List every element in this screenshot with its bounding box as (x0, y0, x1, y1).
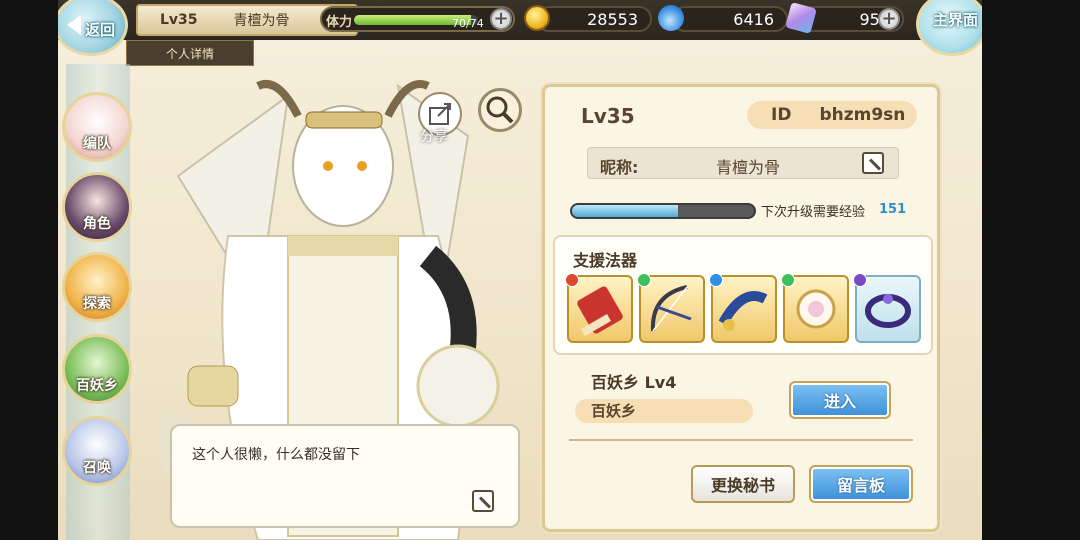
nav-team-label: 编队 (83, 136, 111, 152)
element-fire-icon (565, 273, 579, 287)
support-title: 支援法器 (573, 251, 638, 270)
scroll-icon (577, 286, 623, 336)
main-menu-button[interactable]: 主界面 (916, 0, 982, 56)
artifact-slot-horn[interactable] (709, 273, 777, 343)
nav-explore-button[interactable]: 探索 (62, 252, 132, 322)
element-water-icon (709, 273, 723, 287)
nickname-row: 昵称: 青檀为骨 (587, 147, 899, 179)
element-wind-icon (781, 273, 795, 287)
nav-village-label: 百妖乡 (76, 378, 118, 394)
gold-counter: 28553 (536, 6, 652, 32)
edit-nickname-icon[interactable] (862, 152, 884, 174)
exp-bar (570, 203, 756, 219)
nav-team-button[interactable]: 编队 (62, 92, 132, 162)
artifact-slot-bow[interactable] (637, 273, 705, 343)
stamina-label: 体力 (326, 15, 353, 30)
nav-summon-label: 召唤 (83, 460, 111, 476)
profile-panel: Lv35 ID bhzm9sn 昵称: 青檀为骨 下次升级需要经验 151 支援… (542, 84, 940, 532)
soul-value: 6416 (733, 9, 774, 29)
artifact-slot-bracelet[interactable] (853, 273, 921, 343)
letterbox-left (0, 0, 58, 540)
edit-signature-icon[interactable] (472, 490, 494, 512)
gold-coin-icon (524, 5, 550, 31)
profile-level: Lv35 (581, 104, 635, 128)
message-board-button[interactable]: 留言板 (809, 465, 913, 503)
signature-bubble: 这个人很懒，什么都没留下 (170, 424, 520, 528)
id-value: bhzm9sn (819, 105, 906, 125)
magnifier-icon (486, 96, 514, 124)
exp-label: 下次升级需要经验 (761, 205, 866, 220)
letterbox-right (982, 0, 1080, 540)
player-level: Lv35 (160, 12, 198, 28)
main-menu-label: 主界面 (933, 11, 979, 29)
nav-character-label: 角色 (83, 216, 111, 232)
nickname-label: 昵称: (600, 158, 639, 177)
signature-text: 这个人很懒，什么都没留下 (192, 447, 360, 463)
soul-counter: 6416 (672, 6, 788, 32)
exp-value: 151 (879, 202, 907, 217)
support-artifacts: 支援法器 (553, 235, 933, 355)
element-wind-icon (637, 273, 651, 287)
exp-fill (572, 205, 678, 217)
add-crystal-button[interactable]: + (878, 8, 900, 30)
nav-summon-button[interactable]: 召唤 (62, 416, 132, 486)
gold-value: 28553 (587, 9, 638, 29)
soul-flame-icon (658, 5, 684, 31)
share-label: 分享 (420, 129, 448, 145)
nav-village-button[interactable]: 百妖乡 (62, 334, 132, 404)
player-id-badge: ID bhzm9sn (747, 101, 917, 129)
village-name: 百妖乡 (575, 399, 753, 423)
artifact-slot-scroll[interactable] (565, 273, 633, 343)
zoom-button[interactable] (478, 88, 522, 132)
enter-village-button[interactable]: 进入 (789, 381, 891, 419)
stamina-value: 70/74 (452, 17, 484, 30)
divider (569, 439, 913, 441)
stamina-bar: 体力 70/74 (320, 6, 515, 32)
player-name: 青檀为骨 (233, 13, 290, 29)
back-arrow-icon (67, 15, 81, 35)
back-label: 返回 (84, 20, 115, 39)
side-navigation: 编队 角色 探索 百妖乡 召唤 (58, 64, 138, 540)
village-title: 百妖乡 Lv4 (591, 373, 677, 392)
bracelet-icon (865, 294, 911, 328)
horn-icon (718, 291, 768, 331)
orb-icon (796, 289, 836, 329)
id-label: ID (771, 105, 792, 125)
bow-icon (650, 285, 692, 332)
artifact-slot-orb[interactable] (781, 273, 849, 343)
nav-explore-label: 探索 (83, 296, 111, 312)
add-stamina-button[interactable]: + (490, 8, 512, 30)
profile-screen: 返回 Lv35 青檀为骨 个人详情 体力 70/74 + 28553 6416 … (58, 0, 982, 540)
change-secretary-button[interactable]: 更换秘书 (691, 465, 795, 503)
nickname-value: 青檀为骨 (716, 158, 781, 177)
back-button[interactable]: 返回 (58, 0, 128, 56)
nav-character-button[interactable]: 角色 (62, 172, 132, 242)
element-dark-icon (853, 273, 867, 287)
